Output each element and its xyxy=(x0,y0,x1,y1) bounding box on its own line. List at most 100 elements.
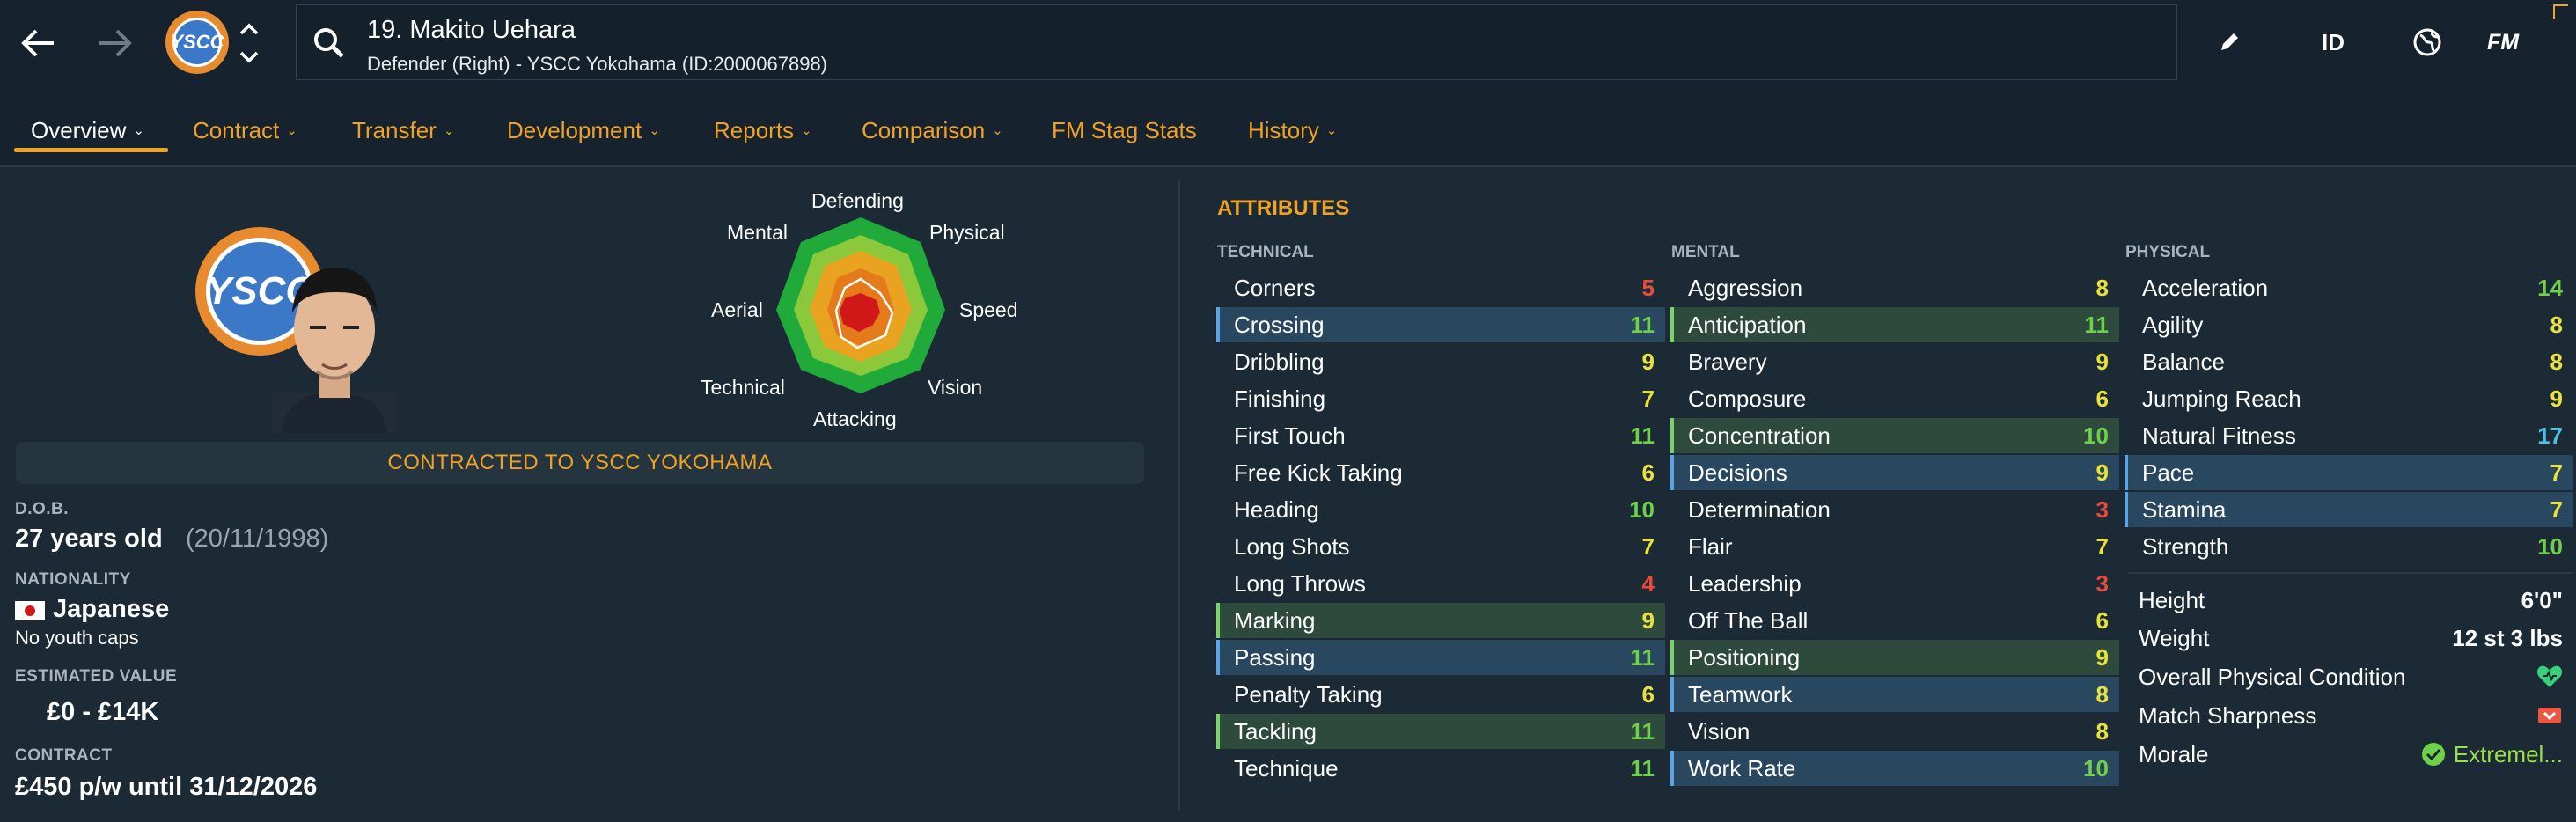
attribute-row-decisions[interactable]: Decisions 9 xyxy=(1670,455,2119,490)
attribute-row-leadership[interactable]: Leadership 3 xyxy=(1670,566,2119,601)
contract-value: £450 p/w until 31/12/2026 xyxy=(15,773,318,801)
attribute-row-finishing[interactable]: Finishing 7 xyxy=(1216,381,1665,416)
contract-label: CONTRACT xyxy=(15,746,113,765)
attribute-value: 9 xyxy=(1641,606,1655,634)
tab-overview[interactable]: Overview ⌄ xyxy=(31,107,144,153)
attribute-name: Flair xyxy=(1688,532,1733,560)
tab-fm-stag-stats[interactable]: FM Stag Stats xyxy=(1052,107,1197,153)
attribute-row-balance[interactable]: Balance 8 xyxy=(2125,344,2573,379)
panel-divider xyxy=(1178,180,1180,810)
id-button[interactable]: ID xyxy=(2311,18,2355,67)
tab-history[interactable]: History ⌄ xyxy=(1248,107,1337,153)
world-button[interactable] xyxy=(2403,18,2452,67)
club-badge[interactable]: YSCC xyxy=(165,11,229,74)
attribute-name: Free Kick Taking xyxy=(1234,459,1403,486)
attribute-name: Composure xyxy=(1688,385,1807,412)
attribute-row-first-touch[interactable]: First Touch 11 xyxy=(1216,418,1665,453)
attribute-value: 10 xyxy=(2537,532,2563,560)
attribute-row-work-rate[interactable]: Work Rate 10 xyxy=(1670,751,2119,786)
height-label: Height xyxy=(2139,586,2205,613)
tab-development[interactable]: Development ⌄ xyxy=(507,107,660,153)
tab-reports[interactable]: Reports ⌄ xyxy=(714,107,812,153)
attribute-value: 10 xyxy=(1629,495,1655,523)
tab-contract[interactable]: Contract ⌄ xyxy=(193,107,297,153)
attribute-value: 7 xyxy=(2550,495,2563,523)
player-subtitle: Defender (Right) - YSCC Yokohama (ID:200… xyxy=(367,53,828,75)
attribute-name: Vision xyxy=(1688,717,1750,745)
attribute-value: 9 xyxy=(2095,643,2109,671)
attribute-value: 9 xyxy=(2095,459,2109,486)
estimated-value-label: ESTIMATED VALUE xyxy=(15,667,178,686)
attribute-name: Aggression xyxy=(1688,274,1803,301)
attribute-row-pace[interactable]: Pace 7 xyxy=(2125,455,2573,490)
attribute-row-anticipation[interactable]: Anticipation 11 xyxy=(1670,307,2119,342)
attribute-row-determination[interactable]: Determination 3 xyxy=(1670,492,2119,527)
attribute-row-teamwork[interactable]: Teamwork 8 xyxy=(1670,677,2119,712)
up-down-chevron-icon[interactable] xyxy=(238,21,261,65)
attribute-value: 6 xyxy=(1641,459,1655,486)
player-search-box[interactable]: 19. Makito Uehara Defender (Right) - YSC… xyxy=(296,4,2177,80)
attribute-value: 3 xyxy=(2095,569,2109,597)
attribute-value: 11 xyxy=(1630,643,1655,671)
attribute-row-agility[interactable]: Agility 8 xyxy=(2125,307,2573,342)
attribute-value: 17 xyxy=(2537,422,2563,449)
attributes-title: ATTRIBUTES xyxy=(1217,196,1350,220)
attribute-row-concentration[interactable]: Concentration 10 xyxy=(1670,418,2119,453)
radar-label-attacking: Attacking xyxy=(813,407,897,430)
forward-button[interactable] xyxy=(84,12,146,74)
corner-bracket-icon xyxy=(2553,4,2568,19)
tab-comparison[interactable]: Comparison ⌄ xyxy=(862,107,1003,153)
attribute-name: Agility xyxy=(2142,311,2204,338)
attribute-row-stamina[interactable]: Stamina 7 xyxy=(2125,492,2573,527)
attribute-row-passing[interactable]: Passing 11 xyxy=(1216,640,1665,675)
attribute-row-strength[interactable]: Strength 10 xyxy=(2125,529,2573,564)
attribute-row-flair[interactable]: Flair 7 xyxy=(1670,529,2119,564)
attribute-value: 7 xyxy=(2095,532,2109,560)
weight-value: 12 st 3 lbs xyxy=(2452,624,2563,651)
attribute-row-natural-fitness[interactable]: Natural Fitness 17 xyxy=(2125,418,2573,453)
morale-row: Morale Extremel... xyxy=(2125,736,2573,773)
height-value: 6'0" xyxy=(2521,586,2563,613)
back-button[interactable] xyxy=(7,12,69,74)
attribute-value: 10 xyxy=(2083,754,2109,782)
player-title: 19. Makito Uehara xyxy=(367,16,576,44)
attribute-row-heading[interactable]: Heading 10 xyxy=(1216,492,1665,527)
tab-transfer[interactable]: Transfer ⌄ xyxy=(352,107,454,153)
attribute-row-acceleration[interactable]: Acceleration 14 xyxy=(2125,270,2573,305)
attribute-row-long-throws[interactable]: Long Throws 4 xyxy=(1216,566,1665,601)
attribute-row-vision[interactable]: Vision 8 xyxy=(1670,714,2119,749)
fm-menu-button[interactable]: FM xyxy=(2478,18,2528,67)
forward-arrow-icon xyxy=(99,29,132,57)
attribute-row-aggression[interactable]: Aggression 8 xyxy=(1670,270,2119,305)
attribute-row-positioning[interactable]: Positioning 9 xyxy=(1670,640,2119,675)
chevron-down-icon: ⌄ xyxy=(443,123,455,138)
attribute-row-corners[interactable]: Corners 5 xyxy=(1216,270,1665,305)
attribute-value: 8 xyxy=(2095,680,2109,708)
attribute-row-free-kick-taking[interactable]: Free Kick Taking 6 xyxy=(1216,455,1665,490)
attribute-value: 14 xyxy=(2537,274,2563,301)
attribute-row-bravery[interactable]: Bravery 9 xyxy=(1670,344,2119,379)
attribute-row-technique[interactable]: Technique 11 xyxy=(1216,751,1665,786)
chevron-down-icon: ⌄ xyxy=(1325,123,1338,138)
attribute-row-crossing[interactable]: Crossing 11 xyxy=(1216,307,1665,342)
edit-button[interactable] xyxy=(2211,18,2248,67)
attribute-value: 4 xyxy=(1641,569,1655,597)
attribute-row-off-the-ball[interactable]: Off The Ball 6 xyxy=(1670,603,2119,638)
attribute-row-jumping-reach[interactable]: Jumping Reach 9 xyxy=(2125,381,2573,416)
height-row: Height 6'0" xyxy=(2125,582,2573,619)
age-value: 27 years old xyxy=(15,525,163,553)
attribute-row-tackling[interactable]: Tackling 11 xyxy=(1216,714,1665,749)
dob-value: (20/11/1998) xyxy=(186,525,329,553)
attribute-row-marking[interactable]: Marking 9 xyxy=(1216,603,1665,638)
radar-label-physical: Physical xyxy=(929,221,1005,244)
attribute-name: Tackling xyxy=(1234,717,1317,745)
attribute-value: 8 xyxy=(2550,311,2563,338)
attribute-row-penalty-taking[interactable]: Penalty Taking 6 xyxy=(1216,677,1665,712)
radar-label-aerial: Aerial xyxy=(711,298,763,321)
attribute-row-long-shots[interactable]: Long Shots 7 xyxy=(1216,529,1665,564)
attribute-row-dribbling[interactable]: Dribbling 9 xyxy=(1216,344,1665,379)
nationality-value: Japanese xyxy=(53,595,170,623)
attribute-row-composure[interactable]: Composure 6 xyxy=(1670,381,2119,416)
attribute-name: Long Shots xyxy=(1234,532,1350,560)
chevron-down-icon: ⌄ xyxy=(133,123,144,138)
